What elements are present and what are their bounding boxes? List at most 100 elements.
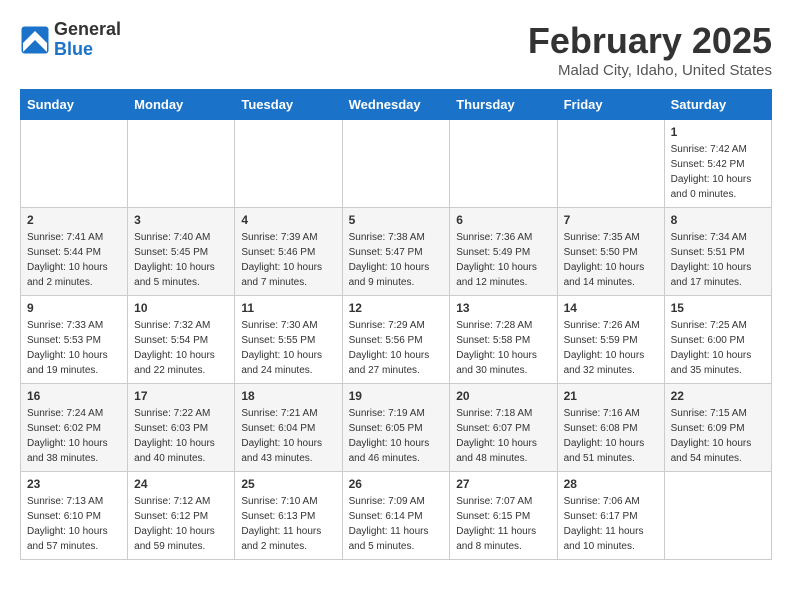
calendar-day-cell <box>557 120 664 208</box>
day-number: 17 <box>134 389 228 403</box>
calendar-day-cell: 4Sunrise: 7:39 AM Sunset: 5:46 PM Daylig… <box>235 208 342 296</box>
calendar-day-cell: 2Sunrise: 7:41 AM Sunset: 5:44 PM Daylig… <box>21 208 128 296</box>
calendar-day-cell: 26Sunrise: 7:09 AM Sunset: 6:14 PM Dayli… <box>342 472 450 560</box>
calendar-week-row: 2Sunrise: 7:41 AM Sunset: 5:44 PM Daylig… <box>21 208 772 296</box>
day-info: Sunrise: 7:26 AM Sunset: 5:59 PM Dayligh… <box>564 318 658 378</box>
day-number: 9 <box>27 301 121 315</box>
day-number: 5 <box>349 213 444 227</box>
day-number: 25 <box>241 477 335 491</box>
day-info: Sunrise: 7:30 AM Sunset: 5:55 PM Dayligh… <box>241 318 335 378</box>
day-number: 12 <box>349 301 444 315</box>
day-info: Sunrise: 7:40 AM Sunset: 5:45 PM Dayligh… <box>134 230 228 290</box>
day-number: 20 <box>456 389 550 403</box>
calendar-day-cell: 14 Sunrise: 7:26 AM Sunset: 5:59 PM Dayli… <box>557 296 664 384</box>
day-info: Sunrise: 7:36 AM Sunset: 5:49 PM Dayligh… <box>456 230 550 290</box>
weekday-header-sunday: Sunday <box>21 90 128 120</box>
calendar-day-cell <box>235 120 342 208</box>
day-info: Sunrise: 7:33 AM Sunset: 5:53 PM Dayligh… <box>27 318 121 378</box>
day-info: Sunrise: 7:34 AM Sunset: 5:51 PM Dayligh… <box>671 230 765 290</box>
calendar-day-cell: 6 Sunrise: 7:36 AM Sunset: 5:49 PM Daylig… <box>450 208 557 296</box>
calendar-day-cell: 17 Sunrise: 7:22 AM Sunset: 6:03 PM Dayli… <box>128 384 235 472</box>
calendar-day-cell <box>342 120 450 208</box>
day-info: Sunrise: 7:06 AM Sunset: 6:17 PM Dayligh… <box>564 494 658 554</box>
day-number: 8 <box>671 213 765 227</box>
day-number: 6 <box>456 213 550 227</box>
calendar-header-row: SundayMondayTuesdayWednesdayThursdayFrid… <box>21 90 772 120</box>
day-info: Sunrise: 7:35 AM Sunset: 5:50 PM Dayligh… <box>564 230 658 290</box>
logo-text: General Blue <box>54 20 121 60</box>
weekday-header-wednesday: Wednesday <box>342 90 450 120</box>
calendar-day-cell: 20 Sunrise: 7:18 AM Sunset: 6:07 PM Dayli… <box>450 384 557 472</box>
weekday-header-friday: Friday <box>557 90 664 120</box>
day-info: Sunrise: 7:21 AM Sunset: 6:04 PM Dayligh… <box>241 406 335 466</box>
day-number: 3 <box>134 213 228 227</box>
calendar-day-cell: 7 Sunrise: 7:35 AM Sunset: 5:50 PM Daylig… <box>557 208 664 296</box>
calendar-day-cell: 13 Sunrise: 7:28 AM Sunset: 5:58 PM Dayli… <box>450 296 557 384</box>
day-info: Sunrise: 7:10 AM Sunset: 6:13 PM Dayligh… <box>241 494 335 554</box>
calendar-day-cell: 28 Sunrise: 7:06 AM Sunset: 6:17 PM Dayli… <box>557 472 664 560</box>
calendar-day-cell: 5 Sunrise: 7:38 AM Sunset: 5:47 PM Daylig… <box>342 208 450 296</box>
title-block: February 2025 Malad City, Idaho, United … <box>528 20 772 79</box>
day-info: Sunrise: 7:15 AM Sunset: 6:09 PM Dayligh… <box>671 406 765 466</box>
day-number: 28 <box>564 477 658 491</box>
day-number: 15 <box>671 301 765 315</box>
calendar-day-cell <box>450 120 557 208</box>
day-info: Sunrise: 7:13 AM Sunset: 6:10 PM Dayligh… <box>27 494 121 554</box>
calendar-day-cell: 15 Sunrise: 7:25 AM Sunset: 6:00 PM Dayli… <box>664 296 771 384</box>
calendar-week-row: 9 Sunrise: 7:33 AM Sunset: 5:53 PM Daylig… <box>21 296 772 384</box>
day-number: 1 <box>671 125 765 139</box>
day-info: Sunrise: 7:22 AM Sunset: 6:03 PM Dayligh… <box>134 406 228 466</box>
calendar-day-cell <box>128 120 235 208</box>
calendar-day-cell: 3 Sunrise: 7:40 AM Sunset: 5:45 PM Daylig… <box>128 208 235 296</box>
calendar-day-cell: 21 Sunrise: 7:16 AM Sunset: 6:08 PM Dayli… <box>557 384 664 472</box>
day-info: Sunrise: 7:38 AM Sunset: 5:47 PM Dayligh… <box>349 230 444 290</box>
calendar-day-cell <box>664 472 771 560</box>
calendar-day-cell: 18 Sunrise: 7:21 AM Sunset: 6:04 PM Dayli… <box>235 384 342 472</box>
calendar-week-row: 1 Sunrise: 7:42 AM Sunset: 5:42 PM Daylig… <box>21 120 772 208</box>
day-number: 18 <box>241 389 335 403</box>
calendar-day-cell: 16Sunrise: 7:24 AM Sunset: 6:02 PM Dayli… <box>21 384 128 472</box>
day-info: Sunrise: 7:12 AM Sunset: 6:12 PM Dayligh… <box>134 494 228 554</box>
day-info: Sunrise: 7:18 AM Sunset: 6:07 PM Dayligh… <box>456 406 550 466</box>
calendar-day-cell: 24 Sunrise: 7:12 AM Sunset: 6:12 PM Dayli… <box>128 472 235 560</box>
day-number: 10 <box>134 301 228 315</box>
calendar-day-cell: 19 Sunrise: 7:19 AM Sunset: 6:05 PM Dayli… <box>342 384 450 472</box>
day-number: 27 <box>456 477 550 491</box>
calendar-day-cell <box>21 120 128 208</box>
day-number: 2 <box>27 213 121 227</box>
calendar-week-row: 16Sunrise: 7:24 AM Sunset: 6:02 PM Dayli… <box>21 384 772 472</box>
logo: General Blue <box>20 20 121 60</box>
day-info: Sunrise: 7:25 AM Sunset: 6:00 PM Dayligh… <box>671 318 765 378</box>
day-number: 13 <box>456 301 550 315</box>
day-info: Sunrise: 7:09 AM Sunset: 6:14 PM Dayligh… <box>349 494 444 554</box>
day-number: 19 <box>349 389 444 403</box>
day-number: 14 <box>564 301 658 315</box>
weekday-header-thursday: Thursday <box>450 90 557 120</box>
day-info: Sunrise: 7:24 AM Sunset: 6:02 PM Dayligh… <box>27 406 121 466</box>
calendar-day-cell: 22 Sunrise: 7:15 AM Sunset: 6:09 PM Dayli… <box>664 384 771 472</box>
day-number: 21 <box>564 389 658 403</box>
weekday-header-tuesday: Tuesday <box>235 90 342 120</box>
day-number: 23 <box>27 477 121 491</box>
logo-icon <box>20 25 50 55</box>
calendar-day-cell: 8 Sunrise: 7:34 AM Sunset: 5:51 PM Daylig… <box>664 208 771 296</box>
day-info: Sunrise: 7:29 AM Sunset: 5:56 PM Dayligh… <box>349 318 444 378</box>
day-info: Sunrise: 7:16 AM Sunset: 6:08 PM Dayligh… <box>564 406 658 466</box>
day-info: Sunrise: 7:32 AM Sunset: 5:54 PM Dayligh… <box>134 318 228 378</box>
calendar-day-cell: 1 Sunrise: 7:42 AM Sunset: 5:42 PM Daylig… <box>664 120 771 208</box>
weekday-header-monday: Monday <box>128 90 235 120</box>
calendar-day-cell: 11Sunrise: 7:30 AM Sunset: 5:55 PM Dayli… <box>235 296 342 384</box>
day-info: Sunrise: 7:28 AM Sunset: 5:58 PM Dayligh… <box>456 318 550 378</box>
page-header: General Blue February 2025 Malad City, I… <box>20 20 772 79</box>
day-number: 24 <box>134 477 228 491</box>
calendar-day-cell: 27 Sunrise: 7:07 AM Sunset: 6:15 PM Dayli… <box>450 472 557 560</box>
calendar-week-row: 23 Sunrise: 7:13 AM Sunset: 6:10 PM Dayli… <box>21 472 772 560</box>
calendar-day-cell: 12 Sunrise: 7:29 AM Sunset: 5:56 PM Dayli… <box>342 296 450 384</box>
calendar-day-cell: 25 Sunrise: 7:10 AM Sunset: 6:13 PM Dayli… <box>235 472 342 560</box>
day-number: 7 <box>564 213 658 227</box>
day-info: Sunrise: 7:07 AM Sunset: 6:15 PM Dayligh… <box>456 494 550 554</box>
day-number: 22 <box>671 389 765 403</box>
day-info: Sunrise: 7:42 AM Sunset: 5:42 PM Dayligh… <box>671 142 765 202</box>
day-info: Sunrise: 7:19 AM Sunset: 6:05 PM Dayligh… <box>349 406 444 466</box>
calendar-table: SundayMondayTuesdayWednesdayThursdayFrid… <box>20 89 772 560</box>
